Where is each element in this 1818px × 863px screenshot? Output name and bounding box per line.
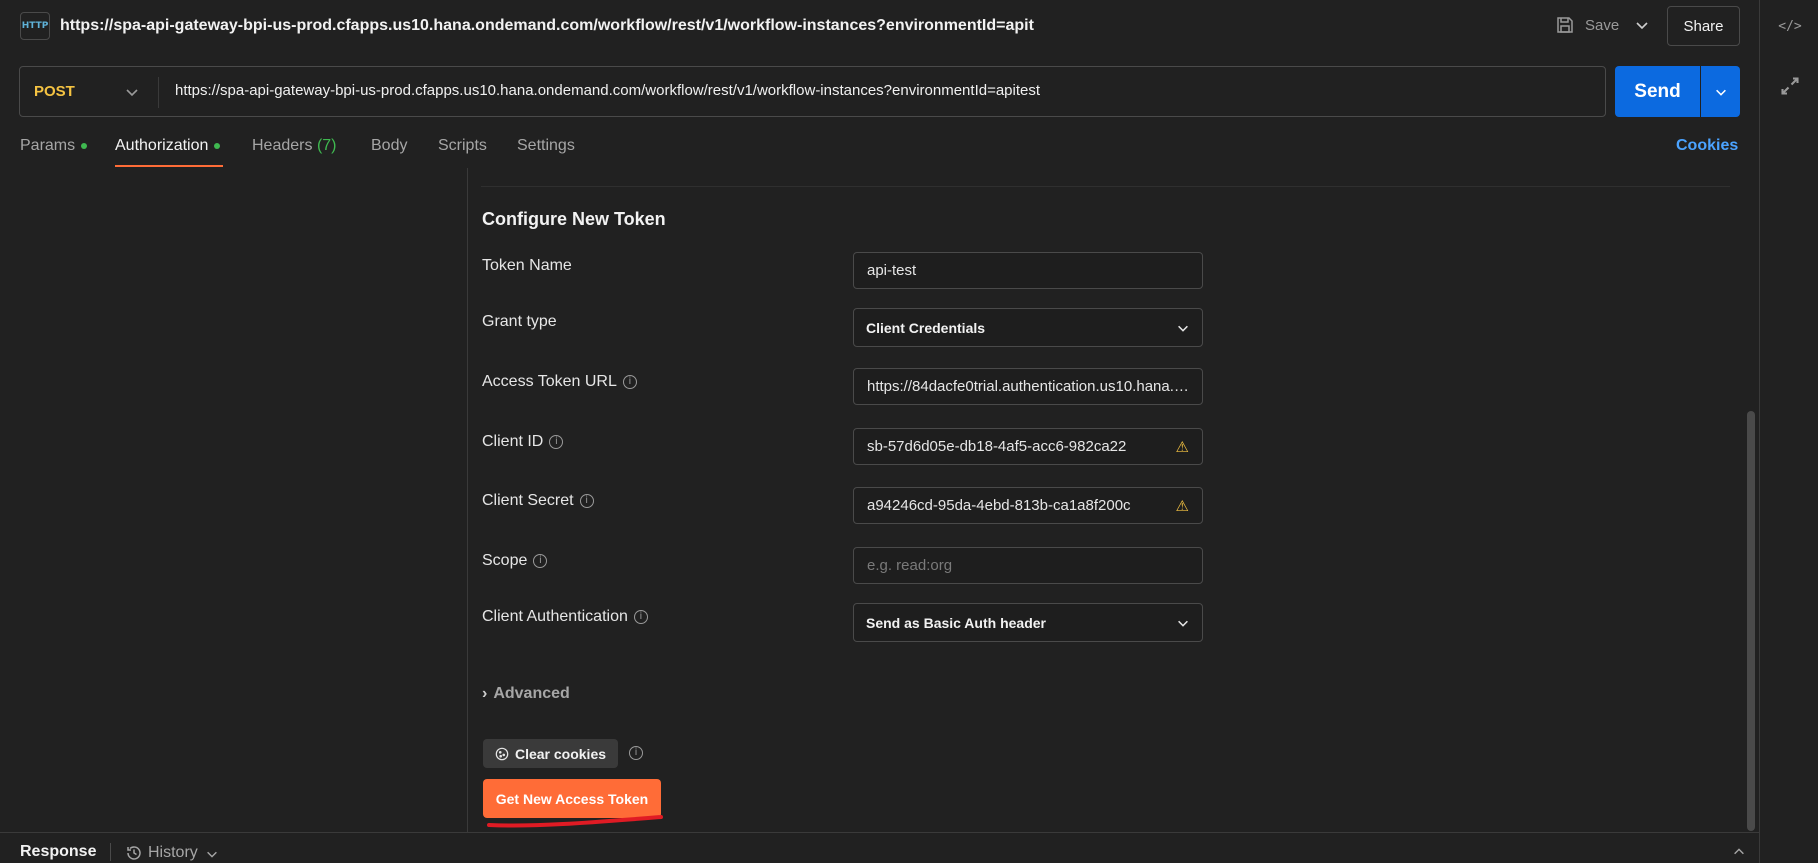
method-select[interactable]: POST xyxy=(34,83,75,100)
panel-divider xyxy=(467,168,468,833)
chevron-down-icon xyxy=(1178,620,1188,627)
advanced-label: Advanced xyxy=(493,685,570,702)
share-button[interactable]: Share xyxy=(1667,6,1740,46)
request-title-bar: HTTP https://spa-api-gateway-bpi-us-prod… xyxy=(0,0,1759,54)
section-divider xyxy=(481,186,1730,187)
clear-cookies-label: Clear cookies xyxy=(514,745,607,762)
code-icon[interactable]: </> xyxy=(1778,14,1802,38)
warning-icon[interactable]: ⚠ xyxy=(1176,497,1189,515)
token-name-label: Token Name xyxy=(482,257,572,274)
token-name-input[interactable]: api-test xyxy=(853,252,1203,289)
status-dot xyxy=(81,142,88,149)
scrollbar[interactable] xyxy=(1747,411,1755,831)
client-secret-label-text: Client Secret xyxy=(482,492,574,509)
grant-type-select[interactable]: Client Credentials xyxy=(853,308,1203,347)
active-tab-indicator xyxy=(115,165,223,167)
client-id-input[interactable]: sb-57d6d05e-db18-4af5-acc6-982ca22 ⚠ xyxy=(853,428,1203,465)
info-icon[interactable]: i xyxy=(633,609,648,624)
chevron-down-icon xyxy=(1178,325,1188,332)
clear-cookies-button[interactable]: Clear cookies xyxy=(483,739,618,768)
client-id-label: Client ID i xyxy=(482,433,564,451)
right-rail: </> xyxy=(1759,0,1818,863)
url-input[interactable]: https://spa-api-gateway-bpi-us-prod.cfap… xyxy=(175,82,1040,99)
token-name-value: api-test xyxy=(867,262,917,279)
scope-label: Scope i xyxy=(482,552,548,570)
scope-placeholder: e.g. read:org xyxy=(867,557,953,574)
tab-history[interactable]: History xyxy=(148,844,198,862)
cookie-icon xyxy=(495,747,509,760)
section-title: Configure New Token xyxy=(482,209,666,229)
scope-input[interactable]: e.g. read:org xyxy=(853,547,1203,584)
expand-icon[interactable] xyxy=(1778,74,1802,98)
tab-response[interactable]: Response xyxy=(20,843,96,861)
info-icon[interactable]: i xyxy=(579,493,594,508)
info-icon[interactable]: i xyxy=(629,746,643,760)
client-auth-select[interactable]: Send as Basic Auth header xyxy=(853,603,1203,642)
chevron-down-icon xyxy=(1715,89,1726,96)
send-button[interactable]: Send xyxy=(1615,66,1700,117)
tab-authorization[interactable]: Authorization xyxy=(115,137,221,155)
advanced-toggle[interactable]: › Advanced xyxy=(482,685,570,703)
request-tabs: Params Authorization Headers (7) Body Sc… xyxy=(0,131,1759,167)
save-button[interactable]: Save xyxy=(1585,17,1619,34)
tab-headers[interactable]: Headers (7) xyxy=(252,137,337,155)
url-divider xyxy=(158,77,159,108)
info-icon[interactable]: i xyxy=(622,374,637,389)
access-token-url-input[interactable]: https://84dacfe0trial.authentication.us1… xyxy=(853,368,1203,405)
info-icon[interactable]: i xyxy=(549,434,564,449)
scope-label-text: Scope xyxy=(482,552,528,569)
grant-type-value: Client Credentials xyxy=(866,319,986,336)
tab-headers-label: Headers xyxy=(252,137,313,154)
tab-authorization-label: Authorization xyxy=(115,137,209,154)
chevron-right-icon: › xyxy=(482,685,488,702)
bottom-separator xyxy=(110,843,111,861)
client-auth-label-text: Client Authentication xyxy=(482,608,628,625)
access-token-url-label: Access Token URL i xyxy=(482,373,637,391)
client-secret-value: a94246cd-95da-4ebd-813b-ca1a8f200c xyxy=(867,497,1131,514)
cookies-link[interactable]: Cookies xyxy=(1676,137,1738,155)
tab-settings[interactable]: Settings xyxy=(517,137,575,155)
tab-params-label: Params xyxy=(20,137,76,154)
info-icon[interactable]: i xyxy=(533,553,548,568)
annotation-underline xyxy=(487,815,663,828)
client-secret-input[interactable]: a94246cd-95da-4ebd-813b-ca1a8f200c ⚠ xyxy=(853,487,1203,524)
chevron-down-icon[interactable] xyxy=(1634,17,1650,33)
url-bar: POST https://spa-api-gateway-bpi-us-prod… xyxy=(19,66,1606,117)
chevron-up-icon[interactable] xyxy=(1732,845,1746,859)
bottom-bar: Response History xyxy=(0,832,1759,863)
send-options-button[interactable] xyxy=(1701,66,1740,117)
client-id-value: sb-57d6d05e-db18-4af5-acc6-982ca22 xyxy=(867,438,1127,455)
client-id-label-text: Client ID xyxy=(482,433,544,450)
tab-scripts[interactable]: Scripts xyxy=(438,137,487,155)
tab-body[interactable]: Body xyxy=(371,137,407,155)
access-token-url-label-text: Access Token URL xyxy=(482,373,617,390)
chevron-down-icon[interactable] xyxy=(124,84,140,100)
warning-icon[interactable]: ⚠ xyxy=(1176,438,1189,456)
client-auth-value: Send as Basic Auth header xyxy=(866,614,1046,631)
client-auth-label: Client Authentication i xyxy=(482,608,648,626)
request-title[interactable]: https://spa-api-gateway-bpi-us-prod.cfap… xyxy=(60,17,1540,35)
save-icon[interactable] xyxy=(1555,15,1575,35)
headers-count: (7) xyxy=(316,137,337,154)
client-secret-label: Client Secret i xyxy=(482,492,594,510)
status-dot xyxy=(214,142,221,149)
tab-params[interactable]: Params xyxy=(20,137,88,155)
history-icon[interactable] xyxy=(125,844,143,862)
grant-type-label: Grant type xyxy=(482,313,557,330)
access-token-url-value: https://84dacfe0trial.authentication.us1… xyxy=(867,378,1189,395)
chevron-down-icon[interactable] xyxy=(205,847,219,861)
http-icon: HTTP xyxy=(20,12,50,40)
